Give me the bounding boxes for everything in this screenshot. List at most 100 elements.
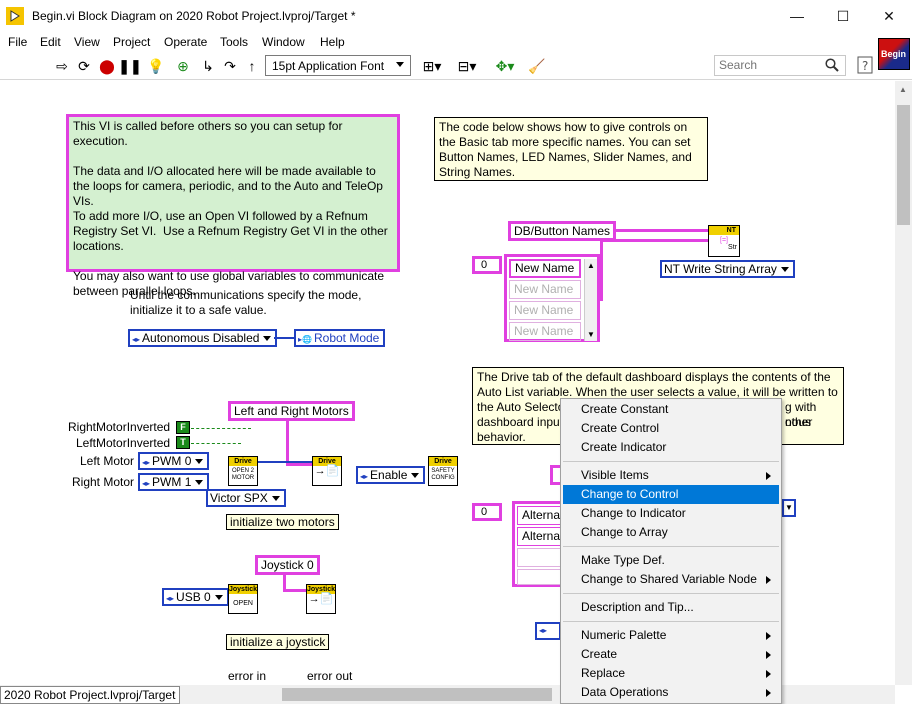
highlight-execution-icon[interactable]: 💡 [147, 56, 164, 76]
cleanup-diagram-icon[interactable]: 🧹 [526, 56, 548, 76]
setup-comment[interactable]: This VI is called before others so you c… [66, 114, 400, 298]
pwm1-enum[interactable]: ◂▸ PWM 1 [138, 473, 210, 491]
retain-wire-values-icon[interactable]: ⊕ [174, 56, 192, 76]
context-menu-item-change-to-indicator[interactable]: Change to Indicator [563, 504, 779, 523]
font-select[interactable]: 15pt Application Font [265, 55, 411, 76]
context-menu-item-visible-items[interactable]: Visible Items [563, 466, 779, 485]
array-element[interactable]: Alternat [517, 527, 563, 546]
scrollbar-thumb[interactable] [282, 688, 552, 701]
step-over-icon[interactable]: ↷ [222, 56, 238, 76]
usb0-enum[interactable]: ◂▸ USB 0 [162, 588, 229, 606]
scroll-up-icon[interactable]: ▲ [899, 85, 907, 94]
nt-write-node[interactable]: NT [=] Str [708, 225, 740, 257]
window-title: Begin.vi Block Diagram on 2020 Robot Pro… [32, 9, 356, 23]
step-into-icon[interactable]: ↳ [200, 56, 216, 76]
right-motor-inverted-const[interactable]: F [176, 421, 190, 434]
enable-enum[interactable]: ◂▸ Enable [356, 466, 426, 484]
distribute-objects-icon[interactable]: ⊟▾ [454, 56, 480, 76]
menu-tools[interactable]: Tools [220, 35, 248, 49]
alt-array-index[interactable]: 0 [472, 503, 502, 521]
vi-icon-begin[interactable]: Begin [878, 38, 910, 70]
array-scrollbar[interactable]: ▲ ▼ [584, 259, 597, 341]
context-menu-item-replace[interactable]: Replace [563, 664, 779, 683]
name-wire [614, 229, 708, 232]
menu-edit[interactable]: Edit [40, 35, 61, 49]
align-objects-icon[interactable]: ⊞▾ [420, 56, 444, 76]
context-menu-item-create[interactable]: Create [563, 645, 779, 664]
left-right-motors-const[interactable]: Left and Right Motors [228, 401, 355, 421]
close-button[interactable]: ✕ [866, 0, 912, 32]
joystick0-const[interactable]: Joystick 0 [255, 555, 320, 575]
inverted-wire [191, 443, 241, 444]
context-menu-item-create-indicator[interactable]: Create Indicator [563, 438, 779, 457]
nt-write-string-array-selector[interactable]: NT Write String Array [660, 260, 795, 278]
search-box[interactable] [714, 55, 846, 76]
chevron-down-icon [396, 62, 404, 67]
joystick-set-vi[interactable]: Joystick →📄 [306, 584, 336, 614]
drive-set-vi[interactable]: Drive →📄 [312, 456, 342, 486]
chevron-down-icon [271, 496, 280, 502]
vertical-scrollbar[interactable]: ▲ [895, 81, 912, 685]
menu-view[interactable]: View [74, 35, 100, 49]
context-menu-item-create-control[interactable]: Create Control [563, 419, 779, 438]
left-motor-inverted-const[interactable]: T [176, 436, 190, 449]
motors-wire-v [286, 421, 289, 465]
chevron-down-icon [195, 459, 204, 465]
pause-icon[interactable]: ❚❚ [118, 56, 141, 76]
joystick-wire-h [283, 589, 307, 592]
pwm0-enum[interactable]: ◂▸ PWM 0 [138, 452, 210, 470]
context-help-icon[interactable]: ? [856, 55, 876, 77]
hidden-enum[interactable]: ◂▸ [535, 622, 561, 640]
array-element[interactable]: New Name [509, 259, 581, 278]
search-input[interactable] [715, 56, 815, 74]
context-menu-item-data-operations[interactable]: Data Operations [563, 683, 779, 702]
robot-mode-global[interactable]: ▸🌐 Robot Mode [294, 329, 386, 347]
minimize-button[interactable]: — [774, 0, 820, 32]
array-index[interactable]: 0 [472, 256, 502, 274]
menu-file[interactable]: File [8, 35, 27, 49]
menu-project[interactable]: Project [113, 35, 150, 49]
right-motor-inverted-label: RightMotorInverted [68, 420, 171, 434]
db-button-names-const[interactable]: DB/Button Names [508, 221, 617, 241]
names-comment[interactable]: The code below shows how to give control… [434, 117, 708, 181]
context-menu-item-change-to-array[interactable]: Change to Array [563, 523, 779, 542]
run-arrow-icon[interactable]: ⇨ [54, 56, 70, 76]
font-select-value: 15pt Application Font [272, 59, 385, 73]
scrollbar-thumb[interactable] [897, 105, 910, 225]
menu-operate[interactable]: Operate [164, 35, 207, 49]
search-icon[interactable] [825, 58, 839, 75]
names-array-const[interactable]: New Name New Name New Name New Name ▲ ▼ [504, 254, 600, 342]
auto-selector-dropdown[interactable]: ▼ [782, 499, 796, 517]
drive-wire [258, 461, 312, 463]
alt-array-const[interactable]: Alternat Alternat [512, 501, 563, 587]
context-menu-item-numeric-palette[interactable]: Numeric Palette [563, 626, 779, 645]
drive-open-2motor-vi[interactable]: Drive OPEN 2 MOTOR [228, 456, 258, 486]
array-element[interactable]: New Name [509, 322, 581, 341]
error-out-label: error out [307, 669, 353, 683]
context-menu-item-change-to-control[interactable]: Change to Control [563, 485, 779, 504]
array-element[interactable]: Alternat [517, 506, 563, 525]
mode-wire [274, 337, 294, 339]
menu-window[interactable]: Window [262, 35, 305, 49]
step-out-icon[interactable]: ↑ [244, 56, 260, 76]
context-menu-item-create-constant[interactable]: Create Constant [563, 400, 779, 419]
reorder-icon[interactable]: ✥▾ [492, 56, 518, 76]
maximize-button[interactable]: ☐ [820, 0, 866, 32]
context-menu-item-change-to-shared-variable-node[interactable]: Change to Shared Variable Node [563, 570, 779, 589]
menu-separator [563, 593, 779, 594]
victor-spx-enum[interactable]: Victor SPX [206, 489, 286, 507]
drive-safety-config-vi[interactable]: Drive SAFETY CONFIG [428, 456, 458, 486]
menu-separator [563, 546, 779, 547]
array-element[interactable]: New Name [509, 301, 581, 320]
run-continuously-icon[interactable]: ⟳ [76, 56, 92, 76]
menu-separator [563, 621, 779, 622]
autonomous-disabled-enum[interactable]: ◂▸ Autonomous Disabled [128, 329, 278, 347]
svg-text:?: ? [862, 59, 868, 73]
menu-help[interactable]: Help [320, 35, 345, 49]
abort-icon[interactable]: ⬤ [99, 56, 115, 76]
joystick-open-vi[interactable]: Joystick OPEN [228, 584, 258, 614]
array-element[interactable]: New Name [509, 280, 581, 299]
context-menu-item-make-type-def[interactable]: Make Type Def. [563, 551, 779, 570]
context-menu-item-description-and-tip[interactable]: Description and Tip... [563, 598, 779, 617]
title-bar: Begin.vi Block Diagram on 2020 Robot Pro… [0, 0, 912, 32]
